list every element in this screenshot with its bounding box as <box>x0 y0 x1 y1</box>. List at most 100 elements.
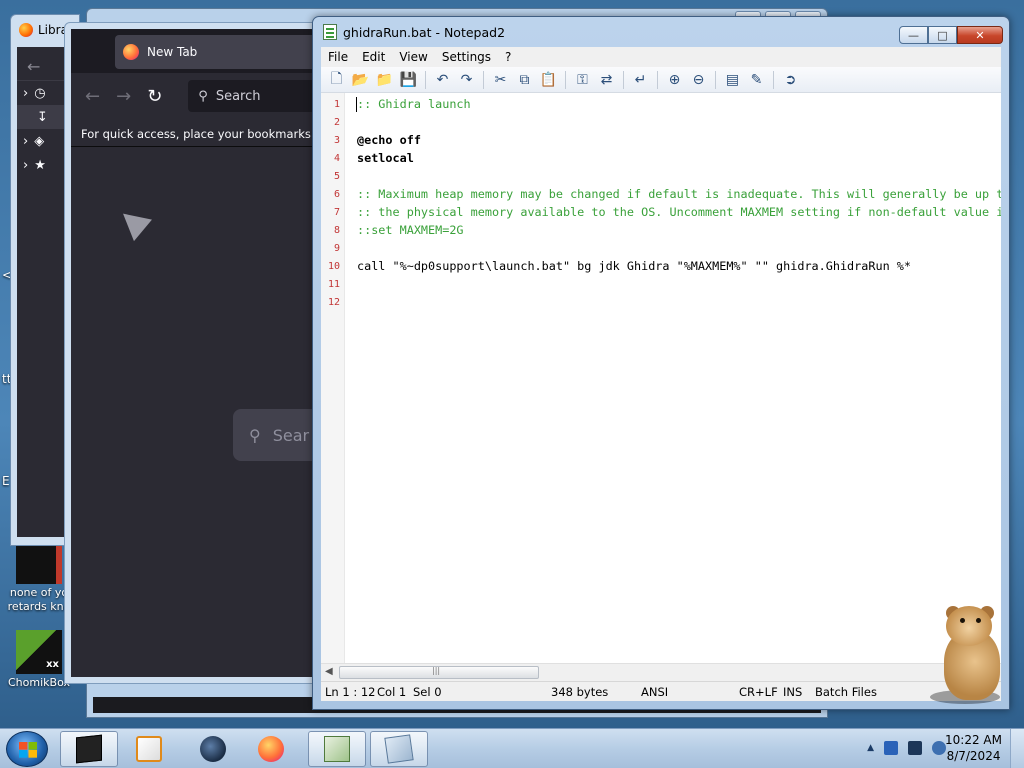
cut-icon[interactable]: ✂ <box>489 69 512 91</box>
undo-icon[interactable]: ↶ <box>431 69 454 91</box>
copy-icon[interactable]: ⧉ <box>513 69 536 91</box>
line-number: 2 <box>333 117 340 128</box>
word-wrap-icon[interactable]: ↵ <box>629 69 652 91</box>
code-line[interactable]: setlocal <box>357 151 414 165</box>
system-tray: ▲ <box>867 741 946 755</box>
tab-new-tab[interactable]: New Tab <box>115 35 323 69</box>
toolbar-separator <box>483 70 484 89</box>
chevron-right-icon: › <box>23 85 29 101</box>
desktop-shortcut-icon <box>16 540 62 584</box>
browse-icon[interactable]: 📁 <box>373 69 396 91</box>
toolbar-separator <box>565 70 566 89</box>
reload-icon[interactable]: ↻ <box>147 86 162 107</box>
line-number: 12 <box>327 297 340 308</box>
line-number: 1 <box>333 99 340 110</box>
new-tab-page: ⚲ Sear <box>71 147 323 677</box>
firefox-content-frame: New Tab ← → ↻ ⚲ Search For quick access,… <box>71 29 323 677</box>
taskbar: ▲ 10:22 AM 8/7/2024 <box>0 728 1024 768</box>
menu-settings[interactable]: Settings <box>435 50 498 64</box>
taskbar-app-notepad2[interactable] <box>308 731 366 767</box>
tag-icon: ◈ <box>34 133 45 149</box>
open-icon[interactable]: 📂 <box>349 69 372 91</box>
code-line[interactable]: :: Ghidra launch <box>357 97 471 111</box>
taskbar-app-media-player[interactable] <box>120 731 178 767</box>
desktop-edge-glyph: E <box>2 474 10 488</box>
taskbar-app-firefox[interactable] <box>242 731 300 767</box>
tray-volume-icon[interactable] <box>932 741 946 755</box>
line-number: 11 <box>327 279 340 290</box>
notepad2-client-area: File Edit View Settings ? 🗋 📂 📁 💾 ↶ ↷ ✂ … <box>321 47 1001 701</box>
code-line[interactable]: :: Maximum heap memory may be changed if… <box>357 187 1001 201</box>
status-insert-mode[interactable]: INS <box>783 685 802 699</box>
status-encoding[interactable]: ANSI <box>641 685 668 699</box>
tray-display-icon[interactable] <box>908 741 922 755</box>
search-icon: ⚲ <box>198 88 208 104</box>
status-column: Col 1 <box>377 685 407 699</box>
status-bar: Ln 1 : 12 Col 1 Sel 0 348 bytes ANSI CR+… <box>321 681 1001 701</box>
status-file-size: 348 bytes <box>551 685 609 699</box>
terminal-app-icon <box>76 734 102 764</box>
new-icon[interactable]: 🗋 <box>325 69 348 91</box>
notepad2-app-icon <box>324 736 350 762</box>
firefox-icon <box>123 44 139 60</box>
firefox-toolbar: ← → ↻ ⚲ Search <box>71 73 323 119</box>
horizontal-scrollbar[interactable]: ◀ <box>321 663 1001 681</box>
taskbar-app-globe[interactable] <box>184 731 242 767</box>
line-number-gutter: 1 2 3 4 5 6 7 8 9 10 11 12 <box>321 93 345 663</box>
scroll-left-icon[interactable]: ◀ <box>325 666 333 677</box>
status-line-endings[interactable]: CR+LF <box>739 685 778 699</box>
menu-view[interactable]: View <box>392 50 434 64</box>
taskbar-app-terminal[interactable] <box>60 731 118 767</box>
firefox-tabbar: New Tab <box>71 29 323 73</box>
media-player-app-icon <box>136 736 162 762</box>
tray-expand-icon[interactable]: ▲ <box>867 743 874 753</box>
menu-edit[interactable]: Edit <box>355 50 392 64</box>
replace-icon[interactable]: ⇄ <box>595 69 618 91</box>
new-tab-search-placeholder: Sear <box>272 425 310 445</box>
customize-scheme-icon[interactable]: ✎ <box>745 69 768 91</box>
download-icon: ↧ <box>37 109 48 125</box>
firefox-icon <box>19 23 33 37</box>
tray-app-icon[interactable] <box>884 741 898 755</box>
exit-icon[interactable]: ➲ <box>779 69 802 91</box>
line-number: 4 <box>333 153 340 164</box>
zoom-out-icon[interactable]: ⊖ <box>687 69 710 91</box>
forward-arrow-icon[interactable]: → <box>116 86 131 107</box>
code-line[interactable]: ::set MAXMEM=2G <box>357 223 464 237</box>
back-arrow-icon[interactable]: ← <box>85 86 100 107</box>
text-editor[interactable]: 1 2 3 4 5 6 7 8 9 10 11 12 :: Ghidra launch @echo of… <box>321 93 1001 663</box>
minimize-button[interactable]: — <box>899 26 928 44</box>
new-tab-search-box[interactable]: ⚲ Sear <box>233 409 323 461</box>
status-scheme[interactable]: Batch Files <box>815 685 877 699</box>
windows-logo-icon <box>19 742 37 758</box>
zoom-in-icon[interactable]: ⊕ <box>663 69 686 91</box>
address-bar-placeholder: Search <box>215 88 261 104</box>
taskbar-clock[interactable]: 10:22 AM 8/7/2024 <box>945 732 1002 764</box>
firefox-window[interactable]: New Tab ← → ↻ ⚲ Search For quick access,… <box>64 22 324 684</box>
globe-app-icon <box>200 736 226 762</box>
start-button[interactable] <box>6 731 48 767</box>
paste-icon[interactable]: 📋 <box>537 69 560 91</box>
toolbar-separator <box>773 70 774 89</box>
notepad2-file-icon <box>323 24 337 40</box>
maximize-button[interactable]: □ <box>928 26 957 44</box>
address-bar[interactable]: ⚲ Search <box>188 80 323 112</box>
line-number: 8 <box>333 225 340 236</box>
code-line[interactable]: call "%~dp0support\launch.bat" bg jdk Gh… <box>357 259 911 273</box>
menu-help[interactable]: ? <box>498 50 518 64</box>
code-line[interactable]: @echo off <box>357 133 421 147</box>
menu-file[interactable]: File <box>321 50 355 64</box>
save-icon[interactable]: 💾 <box>397 69 420 91</box>
notepad2-window[interactable]: ghidraRun.bat - Notepad2 — □ ✕ File Edit… <box>312 16 1010 710</box>
scrollbar-thumb[interactable] <box>339 666 539 679</box>
taskbar-app-explorer[interactable] <box>370 731 428 767</box>
find-icon[interactable]: ⚿ <box>571 69 594 91</box>
clock-date: 8/7/2024 <box>946 749 1001 763</box>
close-button[interactable]: ✕ <box>957 26 1003 44</box>
redo-icon[interactable]: ↷ <box>455 69 478 91</box>
scheme-icon[interactable]: ▤ <box>721 69 744 91</box>
line-number: 7 <box>333 207 340 218</box>
show-desktop-button[interactable] <box>1010 729 1024 768</box>
code-line[interactable]: :: the physical memory available to the … <box>357 205 1001 219</box>
line-number: 9 <box>333 243 340 254</box>
